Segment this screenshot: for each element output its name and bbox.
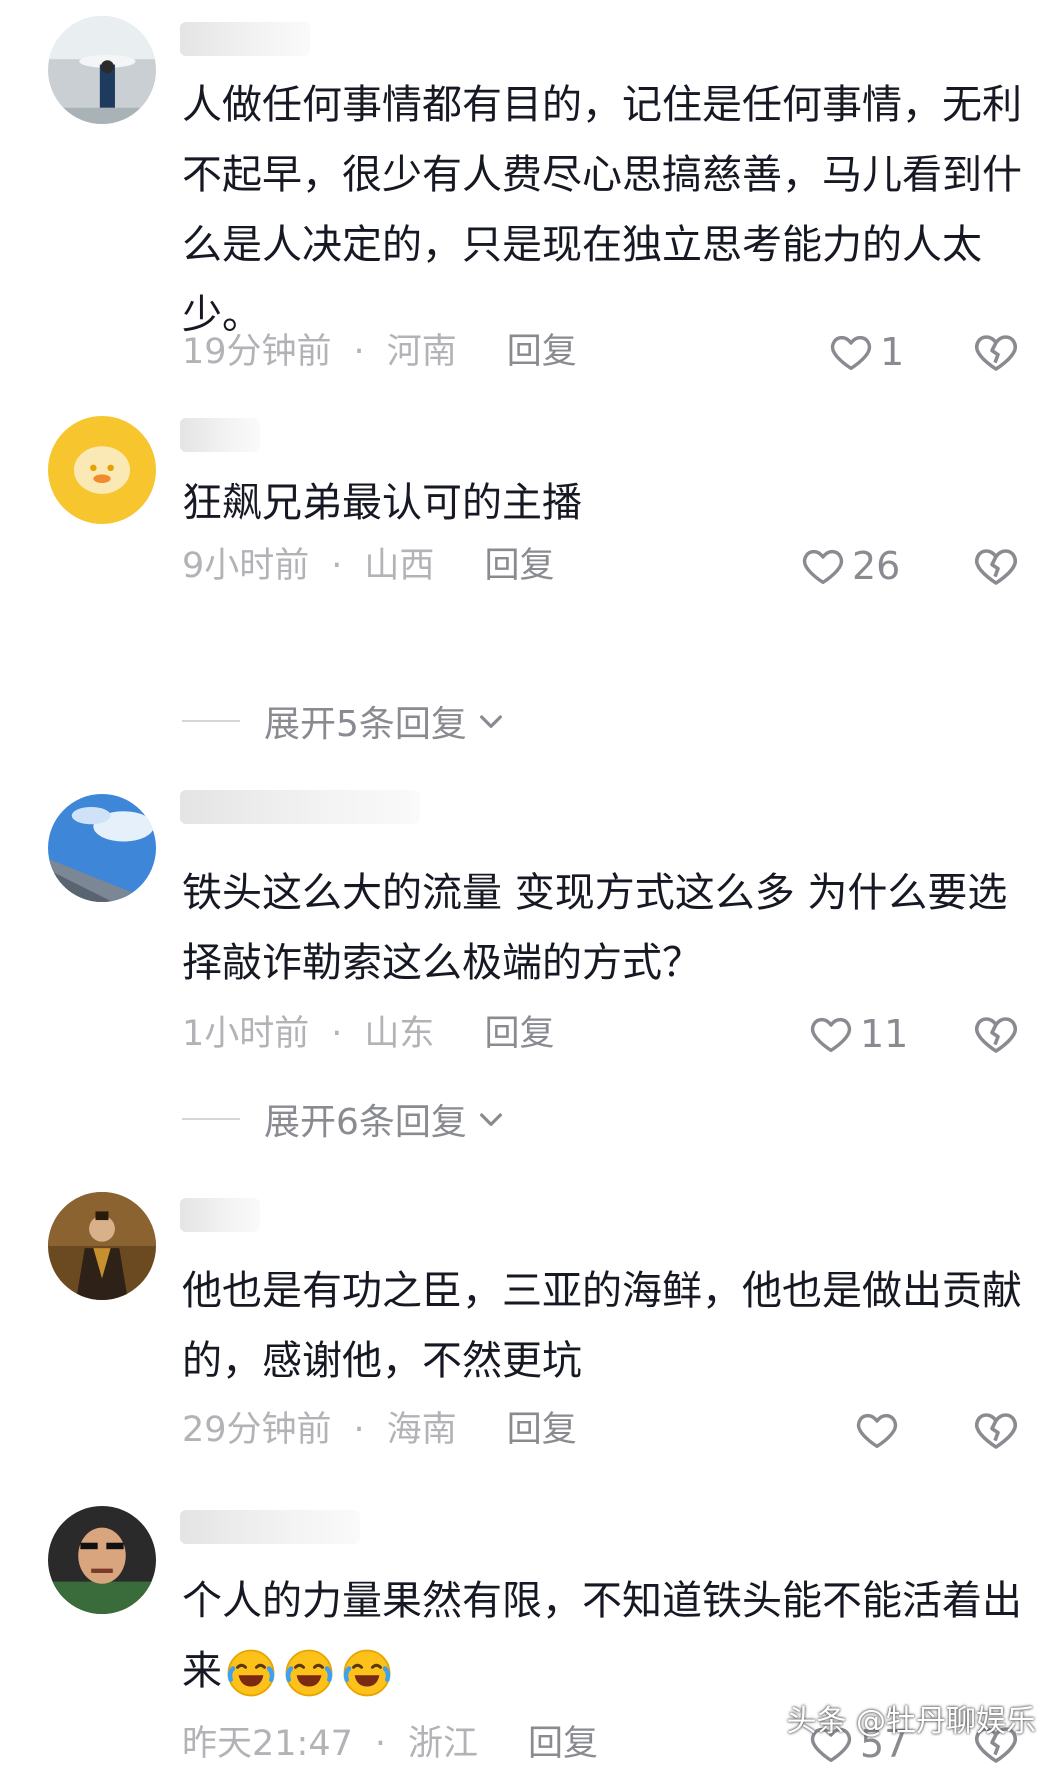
expand-replies-label: 展开5条回复 [264,704,467,745]
comment-text: 狂飙兄弟最认可的主播 [182,480,582,526]
comment-meta: 19分钟前 · 河南 回复 [182,326,577,378]
username-blurred [180,418,260,452]
comment-location: 河南 [386,332,457,372]
like-button[interactable]: 26 [800,540,900,592]
reply-button[interactable]: 回复 [528,1724,598,1764]
comment-text: 人做任何事情都有目的，记住是任何事情，无利不起早，很少有人费尽心思搞慈善，马儿看… [182,82,1022,338]
like-button[interactable] [854,1404,906,1456]
divider-line [182,1118,240,1120]
meta-separator: · [353,1410,365,1450]
username-blurred [180,1198,260,1232]
dislike-button[interactable] [972,328,1020,376]
heart-outline-icon [830,335,872,371]
emoji-group [224,1646,398,1700]
divider-line [182,720,240,722]
laughing-tears-emoji [224,1646,278,1700]
laughing-tears-emoji [282,1646,336,1700]
avatar[interactable] [48,16,156,124]
chevron-down-icon [479,1113,502,1126]
comment-time: 19分钟前 [182,332,332,372]
heart-outline-icon [802,549,844,585]
dislike-button[interactable] [972,1010,1020,1058]
comment-location: 山西 [364,546,435,586]
reply-button[interactable]: 回复 [507,332,577,372]
like-count: 1 [880,330,905,374]
expand-replies-label: 展开6条回复 [264,1102,467,1143]
broken-heart-icon [975,1017,1017,1053]
expand-replies-button[interactable]: 展开5条回复 [182,696,507,746]
username-blurred [180,1510,360,1544]
broken-heart-icon [975,335,1017,371]
avatar[interactable] [48,1506,156,1614]
chevron-down-icon [479,715,502,728]
comment-meta: 昨天21:47 · 浙江 回复 [182,1718,598,1770]
username-blurred [180,22,310,56]
reply-button[interactable]: 回复 [484,546,554,586]
comment-location: 海南 [386,1410,457,1450]
dislike-button[interactable] [972,542,1020,590]
expand-replies-button[interactable]: 展开6条回复 [182,1094,507,1144]
avatar[interactable] [48,1192,156,1300]
comment-time: 1小时前 [182,1014,310,1054]
heart-outline-icon [856,1413,898,1449]
comment-meta: 9小时前 · 山西 回复 [182,540,554,592]
comment-meta: 29分钟前 · 海南 回复 [182,1404,577,1456]
broken-heart-icon [975,1413,1017,1449]
like-count: 26 [852,544,901,588]
comment-location: 山东 [364,1014,435,1054]
laughing-tears-emoji [340,1646,394,1700]
comment-time: 昨天21:47 [182,1724,353,1764]
avatar[interactable] [48,416,156,524]
meta-separator: · [331,546,343,586]
heart-outline-icon [810,1017,852,1053]
comment-meta: 1小时前 · 山东 回复 [182,1008,554,1060]
comment-text: 个人的力量果然有限，不知道铁头能不能活着出来 [182,1566,1022,1706]
watermark: 头条 @牡丹聊娱乐 [786,1704,1036,1739]
meta-separator: · [331,1014,343,1054]
reply-button[interactable]: 回复 [507,1410,577,1450]
like-button[interactable]: 11 [808,1008,908,1060]
comment-text: 他也是有功之臣，三亚的海鲜，他也是做出贡献的，感谢他，不然更坑 [182,1268,1022,1384]
broken-heart-icon [975,549,1017,585]
meta-separator: · [374,1724,387,1764]
reply-button[interactable]: 回复 [484,1014,554,1054]
comment-text: 铁头这么大的流量 变现方式这么多 为什么要选择敲诈勒索这么极端的方式？ [182,870,1008,986]
dislike-button[interactable] [972,1406,1020,1454]
username-blurred [180,790,420,824]
meta-separator: · [353,332,365,372]
like-count: 11 [860,1012,909,1056]
avatar[interactable] [48,794,156,902]
comment-time: 29分钟前 [182,1410,332,1450]
like-button[interactable]: 1 [828,326,904,378]
comment-location: 浙江 [408,1724,479,1764]
comment-time: 9小时前 [182,546,310,586]
